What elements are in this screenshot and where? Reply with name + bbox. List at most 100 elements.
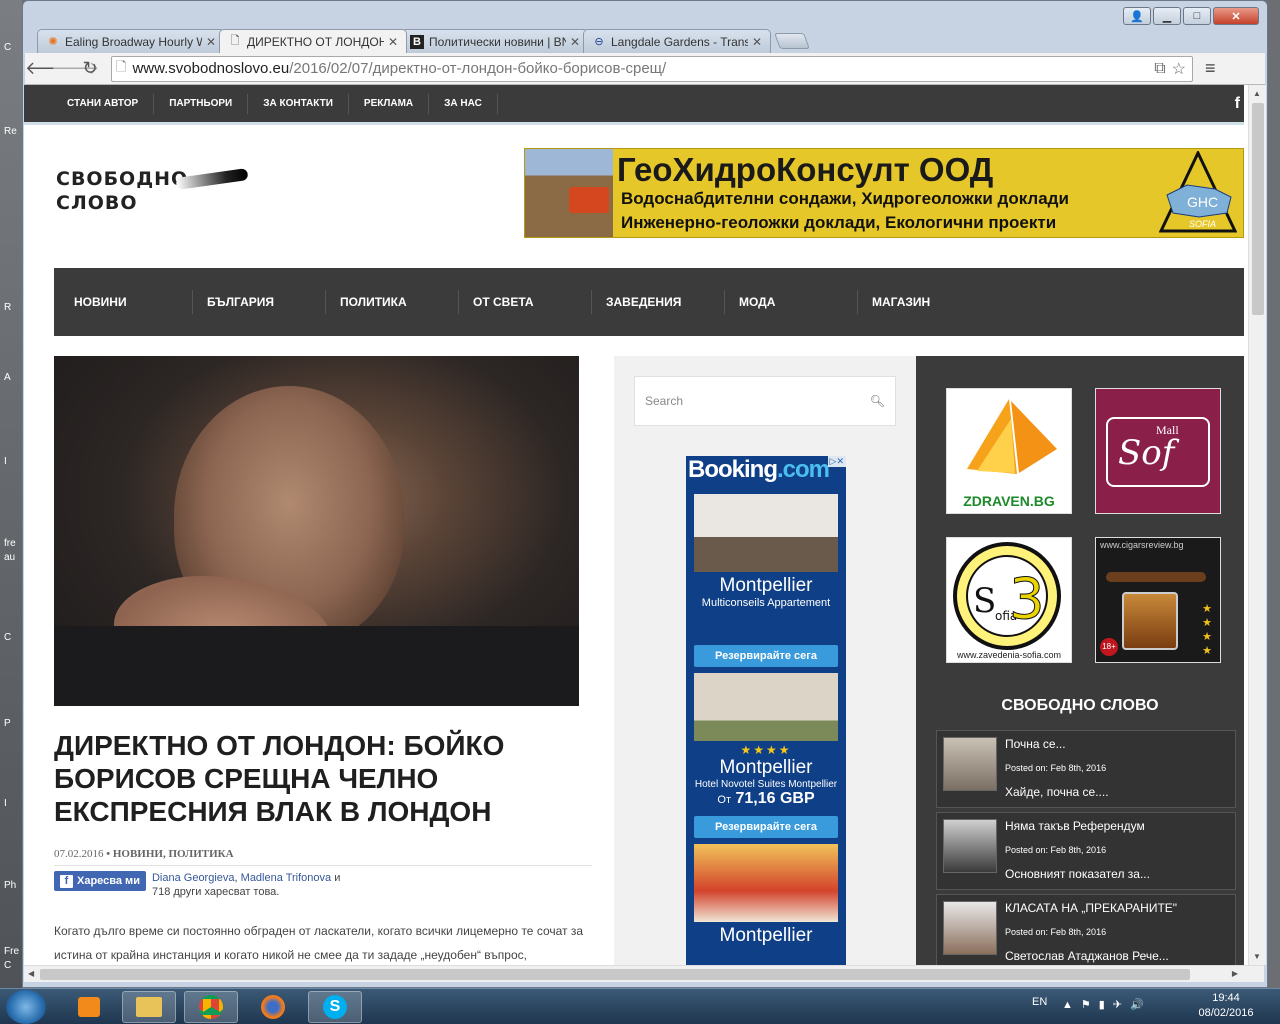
search-field[interactable]: Search 🔍︎ — [634, 376, 896, 426]
page-info-icon[interactable]: 🗋 — [116, 58, 126, 80]
book-now-button[interactable]: Резервирайте сега — [694, 645, 838, 667]
firefox-icon[interactable] — [246, 991, 300, 1023]
weather-sun-icon: ✺ — [48, 36, 58, 48]
article-hero-image[interactable] — [54, 356, 579, 706]
article-date: 07.02.2016 — [54, 848, 104, 860]
system-tray[interactable]: ▲⚑▮✈🔊 — [1062, 998, 1152, 1011]
top-link-become-author[interactable]: СТАНИ АВТОР — [52, 93, 155, 114]
nav-news[interactable]: НОВИНИ — [60, 290, 193, 314]
nav-venues[interactable]: ЗАВЕДЕНИЯ — [592, 290, 725, 314]
post-thumbnail — [943, 819, 997, 873]
hotel-name: Hotel Novotel Suites Montpellier — [694, 779, 838, 790]
bookmark-star-icon[interactable]: ☆ — [1172, 59, 1186, 79]
book-now-button[interactable]: Резервирайте сега — [694, 816, 838, 838]
system-clock[interactable]: 19:44 08/02/2016 — [1196, 991, 1256, 1021]
post-title[interactable]: Почна се... — [1005, 737, 1066, 751]
language-indicator[interactable]: EN — [1032, 996, 1047, 1008]
file-explorer-icon[interactable] — [122, 991, 176, 1023]
drilling-rig-image — [525, 149, 613, 237]
tab-title: ДИРЕКТНО ОТ ЛОНДОН: — [247, 34, 384, 49]
post-thumbnail — [943, 901, 997, 955]
desktop-icon-label: P — [4, 718, 11, 729]
sofia-3-logo-icon: S ofia 3 — [953, 542, 1061, 650]
recent-post[interactable]: Няма такъв Референдум Posted on: Feb 8th… — [936, 812, 1236, 890]
vertical-scrollbar[interactable]: ▲ ▼ — [1248, 85, 1266, 965]
like-label: Харесва ми — [77, 875, 140, 887]
close-window-button[interactable]: ✕ — [1213, 7, 1259, 25]
translate-icon[interactable]: ⧉ — [1154, 60, 1165, 78]
tfl-roundel-icon: ⊖ — [594, 36, 604, 48]
tab-bnews[interactable]: B Политически новини | BN ✕ — [401, 29, 589, 53]
partner-mall-sofia[interactable]: Mall Sof — [1095, 388, 1221, 514]
user-profile-icon[interactable]: 👤 — [1123, 7, 1151, 25]
clock-time: 19:44 — [1212, 992, 1240, 1004]
scroll-down-icon[interactable]: ▼ — [1253, 952, 1261, 961]
reload-icon[interactable]: ↻ — [77, 58, 103, 79]
scroll-thumb[interactable] — [40, 969, 1190, 980]
liker-name[interactable]: Diana Georgieva — [152, 872, 235, 884]
post-title[interactable]: КЛАСАТА НА „ПРЕКАРАНИТЕ" — [1005, 901, 1177, 915]
maximize-button[interactable]: □ — [1183, 7, 1211, 25]
scroll-left-icon[interactable]: ◀ — [28, 969, 34, 978]
nav-world[interactable]: ОТ СВЕТА — [459, 290, 592, 314]
partner-zdraven[interactable]: ZDRAVEN.BG — [946, 388, 1072, 514]
forward-arrow-icon[interactable]: 🡒 — [51, 58, 99, 79]
search-icon[interactable]: 🔍︎ — [870, 394, 885, 408]
article-categories[interactable]: НОВИНИ, ПОЛИТИКА — [113, 848, 234, 860]
rating-stars-icon: ★ ★ ★ ★ — [1202, 603, 1212, 657]
hotel-name: Multiconseils Appartement — [701, 597, 831, 609]
ad-choices-icon[interactable]: ▷✕ — [827, 456, 846, 467]
top-link-about[interactable]: ЗА НАС — [429, 93, 498, 114]
skype-icon[interactable]: S — [308, 991, 362, 1023]
partner-cigars-review[interactable]: www.cigarsreview.bg ★ ★ ★ ★ 18+ — [1095, 537, 1221, 663]
top-link-advertising[interactable]: РЕКЛАМА — [349, 93, 430, 114]
tab-ealing-weather[interactable]: ✺ Ealing Broadway Hourly W ✕ — [37, 29, 225, 53]
close-icon[interactable]: ✕ — [752, 35, 762, 49]
menu-hamburger-icon[interactable]: ≡ — [1205, 58, 1216, 79]
media-player-icon[interactable] — [62, 991, 116, 1023]
nav-politics[interactable]: ПОЛИТИКА — [326, 290, 459, 314]
hotel-city: Montpellier — [719, 925, 813, 946]
site-logo[interactable]: СВОБОДНО СЛОВО — [56, 167, 249, 227]
top-link-contacts[interactable]: ЗА КОНТАКТИ — [248, 93, 349, 114]
booking-card[interactable]: ★★★★ Montpellier Hotel Novotel Suites Mo… — [694, 673, 838, 838]
post-title[interactable]: Няма такъв Референдум — [1005, 819, 1145, 833]
close-icon[interactable]: ✕ — [570, 35, 580, 49]
price-value: 71,16 GBP — [735, 790, 815, 807]
close-icon[interactable]: ✕ — [206, 35, 216, 49]
facebook-icon[interactable]: f — [1235, 95, 1244, 113]
close-icon[interactable]: ✕ — [388, 35, 398, 49]
tab-article[interactable]: 🗋 ДИРЕКТНО ОТ ЛОНДОН: ✕ — [219, 29, 407, 53]
desktop-icon-label: C — [4, 42, 12, 53]
facebook-like-button[interactable]: f Харесва ми — [54, 871, 146, 891]
top-link-partners[interactable]: ПАРТНЬОРИ — [154, 93, 249, 114]
nav-fashion[interactable]: МОДА — [725, 290, 858, 314]
url-path: /2016/02/07/директно-от-лондон-бойко-бор… — [289, 60, 667, 77]
horizontal-scrollbar[interactable]: ◀ ▶ — [24, 965, 1264, 982]
liker-name[interactable]: Madlena Trifonova — [241, 872, 332, 884]
start-button[interactable] — [6, 990, 46, 1024]
desktop-icon-label: fre — [4, 538, 16, 549]
post-date: Posted on: Feb 8th, 2016 — [1005, 927, 1107, 937]
back-arrow-icon[interactable]: 🡐 — [25, 58, 73, 79]
minimize-button[interactable]: ▁ — [1153, 7, 1181, 25]
address-bar[interactable]: 🗋 www.svobodnoslovo.eu/2016/02/07/директ… — [111, 55, 1193, 82]
scroll-up-icon[interactable]: ▲ — [1253, 89, 1261, 98]
nav-shop[interactable]: МАГАЗИН — [858, 290, 991, 314]
scroll-right-icon[interactable]: ▶ — [1232, 969, 1238, 978]
booking-card[interactable]: Montpellier — [694, 844, 838, 947]
booking-ad[interactable]: Booking.com ▷✕ Montpellier Multiconseils… — [686, 456, 846, 965]
booking-card[interactable]: Montpellier Multiconseils Appartement Ре… — [694, 494, 838, 667]
partner-zavedenia-sofia[interactable]: S ofia 3 www.zavedenia-sofia.com — [946, 537, 1072, 663]
tab-langdale[interactable]: ⊖ Langdale Gardens - Transp ✕ — [583, 29, 771, 53]
recent-post[interactable]: Почна се... Posted on: Feb 8th, 2016 Хай… — [936, 730, 1236, 808]
post-date: Posted on: Feb 8th, 2016 — [1005, 763, 1107, 773]
scroll-thumb[interactable] — [1252, 103, 1264, 315]
new-tab-button[interactable] — [774, 33, 810, 49]
nav-bulgaria[interactable]: БЪЛГАРИЯ — [193, 290, 326, 314]
ad-banner-geohydro[interactable]: ГеоХидроКонсулт ООД Водоснабдителни сонд… — [524, 148, 1244, 238]
recent-post[interactable]: КЛАСАТА НА „ПРЕКАРАНИТЕ" Posted on: Feb … — [936, 894, 1236, 965]
chrome-icon[interactable] — [184, 991, 238, 1023]
desktop-icon-label: au — [4, 552, 16, 563]
desktop-icon-label: C — [4, 632, 12, 643]
